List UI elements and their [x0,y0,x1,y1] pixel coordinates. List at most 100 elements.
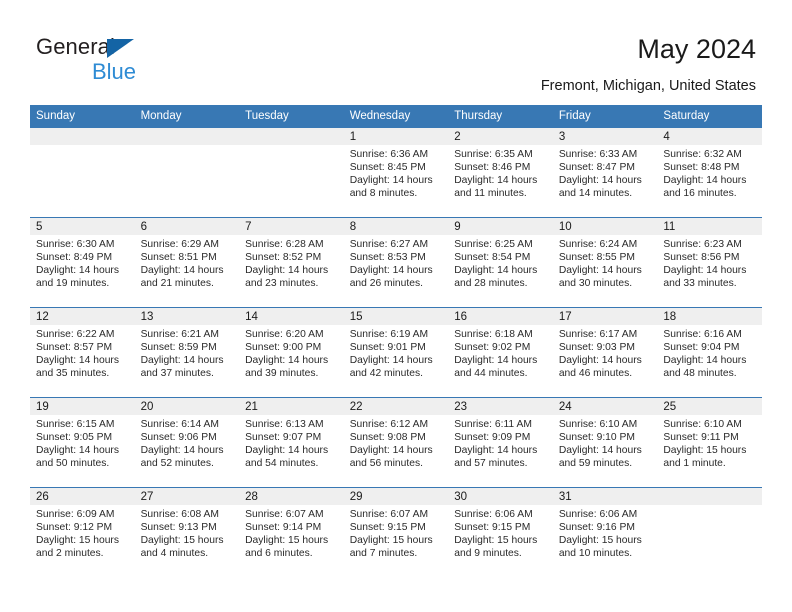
calendar-day-cell[interactable]: 2 Sunrise: 6:35 AM Sunset: 8:46 PM Daylight… [448,127,553,218]
daylight-text: Daylight: 15 hours and 7 minutes. [349,534,433,559]
calendar-day-cell[interactable] [134,127,240,218]
daylight-text: Daylight: 14 hours and 19 minutes. [36,264,119,289]
calendar-day-cell[interactable]: 23 Sunrise: 6:11 AM Sunset: 9:09 PM Dayligh… [448,397,553,488]
day-sun-info: Sunrise: 6:13 AM Sunset: 9:07 PM Daylight:… [239,415,344,471]
calendar-day-cell[interactable]: 4 Sunrise: 6:32 AM Sunset: 8:48 PM Daylight… [657,127,762,218]
calendar-week-row: 26 Sunrise: 6:09 AM Sunset: 9:12 PM Dayligh… [30,487,762,577]
calendar-day-cell[interactable]: 10 Sunrise: 6:24 AM Sunset: 8:55 PM Dayligh… [552,217,658,308]
logo-text-blue: Blue [92,59,137,84]
calendar-day-cell[interactable]: 8 Sunrise: 6:27 AM Sunset: 8:53 PM Daylight… [343,217,449,308]
day-sun-info: Sunrise: 6:15 AM Sunset: 9:05 PM Daylight:… [30,415,135,471]
day-cell-content: 30 Sunrise: 6:06 AM Sunset: 9:15 PM Dayligh… [448,488,553,577]
daylight-text: Daylight: 15 hours and 1 minute. [663,444,747,469]
calendar-day-cell[interactable]: 25 Sunrise: 6:10 AM Sunset: 9:11 PM Dayligh… [657,397,762,488]
sunset-text: Sunset: 8:57 PM [36,341,113,353]
day-number: 3 [552,128,658,145]
calendar-day-cell[interactable] [657,487,762,577]
day-number: 6 [134,218,240,235]
calendar-day-cell[interactable]: 3 Sunrise: 6:33 AM Sunset: 8:47 PM Daylight… [552,127,658,218]
day-number [239,128,344,145]
sunrise-text: Sunrise: 6:30 AM [36,239,115,250]
sunset-text: Sunset: 8:48 PM [663,161,740,173]
day-sun-info: Sunrise: 6:07 AM Sunset: 9:14 PM Daylight:… [239,505,344,561]
calendar-day-cell[interactable]: 24 Sunrise: 6:10 AM Sunset: 9:10 PM Dayligh… [552,397,658,488]
calendar-day-cell[interactable]: 17 Sunrise: 6:17 AM Sunset: 9:03 PM Dayligh… [552,307,658,398]
day-cell-content: 14 Sunrise: 6:20 AM Sunset: 9:00 PM Dayligh… [239,308,344,397]
sunrise-text: Sunrise: 6:09 AM [36,509,115,520]
logo-text-general: General [36,34,115,59]
day-cell-content: 15 Sunrise: 6:19 AM Sunset: 9:01 PM Dayligh… [343,308,449,397]
calendar-day-cell[interactable]: 14 Sunrise: 6:20 AM Sunset: 9:00 PM Dayligh… [239,307,344,398]
daylight-text: Daylight: 14 hours and 56 minutes. [349,444,433,469]
sunrise-text: Sunrise: 6:33 AM [558,149,638,160]
calendar-day-cell[interactable]: 1 Sunrise: 6:36 AM Sunset: 8:45 PM Daylight… [343,127,449,218]
sunset-text: Sunset: 9:06 PM [140,431,217,443]
day-sun-info: Sunrise: 6:21 AM Sunset: 8:59 PM Daylight:… [135,325,240,381]
calendar-day-cell[interactable]: 12 Sunrise: 6:22 AM Sunset: 8:57 PM Dayligh… [30,307,135,398]
calendar-day-cell[interactable]: 26 Sunrise: 6:09 AM Sunset: 9:12 PM Dayligh… [30,487,135,577]
day-cell-content: 2 Sunrise: 6:35 AM Sunset: 8:46 PM Daylight… [448,128,553,217]
daylight-text: Daylight: 14 hours and 30 minutes. [558,264,642,289]
day-number: 29 [343,488,449,505]
day-sun-info: Sunrise: 6:24 AM Sunset: 8:55 PM Daylight:… [553,235,658,291]
daylight-text: Daylight: 15 hours and 2 minutes. [36,534,119,559]
day-number: 28 [239,488,344,505]
weekday-header-wednesday: Wednesday [343,105,449,128]
calendar-day-cell[interactable]: 15 Sunrise: 6:19 AM Sunset: 9:01 PM Dayligh… [343,307,449,398]
calendar-day-cell[interactable]: 11 Sunrise: 6:23 AM Sunset: 8:56 PM Dayligh… [657,217,762,308]
logo-wordmark-general: General [36,36,236,60]
calendar-day-cell[interactable]: 9 Sunrise: 6:25 AM Sunset: 8:54 PM Daylight… [448,217,553,308]
day-cell-content [657,488,762,577]
calendar-day-cell[interactable]: 29 Sunrise: 6:07 AM Sunset: 9:15 PM Dayligh… [343,487,449,577]
calendar-day-cell[interactable]: 31 Sunrise: 6:06 AM Sunset: 9:16 PM Dayligh… [552,487,658,577]
day-cell-content: 16 Sunrise: 6:18 AM Sunset: 9:02 PM Dayligh… [448,308,553,397]
calendar-day-cell[interactable]: 20 Sunrise: 6:14 AM Sunset: 9:06 PM Dayligh… [134,397,240,488]
day-sun-info: Sunrise: 6:36 AM Sunset: 8:45 PM Daylight:… [344,145,449,201]
calendar-day-cell[interactable]: 28 Sunrise: 6:07 AM Sunset: 9:14 PM Dayligh… [239,487,344,577]
daylight-text: Daylight: 14 hours and 59 minutes. [558,444,642,469]
calendar-day-cell[interactable]: 18 Sunrise: 6:16 AM Sunset: 9:04 PM Dayligh… [657,307,762,398]
sunrise-text: Sunrise: 6:29 AM [140,239,219,250]
calendar-day-cell[interactable]: 6 Sunrise: 6:29 AM Sunset: 8:51 PM Daylight… [134,217,240,308]
daylight-text: Daylight: 15 hours and 4 minutes. [140,534,224,559]
weekday-header-sunday: Sunday [30,105,135,128]
day-cell-content: 1 Sunrise: 6:36 AM Sunset: 8:45 PM Daylight… [343,128,449,217]
day-number: 17 [552,308,658,325]
general-blue-logo[interactable]: General Blue [36,36,236,85]
calendar-day-cell[interactable]: 22 Sunrise: 6:12 AM Sunset: 9:08 PM Dayligh… [343,397,449,488]
calendar-day-cell[interactable]: 7 Sunrise: 6:28 AM Sunset: 8:52 PM Daylight… [239,217,344,308]
sunrise-text: Sunrise: 6:23 AM [663,239,742,250]
day-sun-info: Sunrise: 6:16 AM Sunset: 9:04 PM Daylight:… [657,325,762,381]
sunrise-text: Sunrise: 6:08 AM [140,509,219,520]
sunset-text: Sunset: 8:55 PM [558,251,635,263]
calendar-day-cell[interactable]: 21 Sunrise: 6:13 AM Sunset: 9:07 PM Dayligh… [239,397,344,488]
day-sun-info: Sunrise: 6:32 AM Sunset: 8:48 PM Daylight:… [657,145,762,201]
day-cell-content: 31 Sunrise: 6:06 AM Sunset: 9:16 PM Dayligh… [552,488,658,577]
day-number: 7 [239,218,344,235]
daylight-text: Daylight: 14 hours and 46 minutes. [558,354,642,379]
calendar-week-row: 5 Sunrise: 6:30 AM Sunset: 8:49 PM Daylight… [30,217,762,308]
day-sun-info: Sunrise: 6:27 AM Sunset: 8:53 PM Daylight:… [344,235,449,291]
calendar-week-row: 1 Sunrise: 6:36 AM Sunset: 8:45 PM Daylight… [30,127,762,218]
day-number: 24 [552,398,658,415]
calendar-day-cell[interactable]: 27 Sunrise: 6:08 AM Sunset: 9:13 PM Dayligh… [134,487,240,577]
sunset-text: Sunset: 9:14 PM [245,521,322,533]
calendar-day-cell[interactable]: 13 Sunrise: 6:21 AM Sunset: 8:59 PM Dayligh… [134,307,240,398]
day-sun-info: Sunrise: 6:19 AM Sunset: 9:01 PM Daylight:… [344,325,449,381]
weekday-header-saturday: Saturday [657,105,762,128]
day-number: 10 [552,218,658,235]
day-sun-info: Sunrise: 6:18 AM Sunset: 9:02 PM Daylight:… [448,325,553,381]
calendar-day-cell[interactable]: 16 Sunrise: 6:18 AM Sunset: 9:02 PM Dayligh… [448,307,553,398]
calendar-day-cell[interactable]: 5 Sunrise: 6:30 AM Sunset: 8:49 PM Daylight… [30,217,135,308]
calendar-day-cell[interactable]: 19 Sunrise: 6:15 AM Sunset: 9:05 PM Dayligh… [30,397,135,488]
calendar-day-cell[interactable]: 30 Sunrise: 6:06 AM Sunset: 9:15 PM Dayligh… [448,487,553,577]
daylight-text: Daylight: 14 hours and 8 minutes. [349,174,433,199]
day-sun-info: Sunrise: 6:10 AM Sunset: 9:10 PM Daylight:… [553,415,658,471]
calendar-day-cell[interactable] [239,127,344,218]
day-sun-info: Sunrise: 6:09 AM Sunset: 9:12 PM Daylight:… [30,505,135,561]
calendar-day-cell[interactable] [30,127,135,218]
day-cell-content [239,128,344,217]
sunset-text: Sunset: 9:08 PM [349,431,426,443]
day-number: 22 [343,398,449,415]
weekday-header-friday: Friday [552,105,658,128]
